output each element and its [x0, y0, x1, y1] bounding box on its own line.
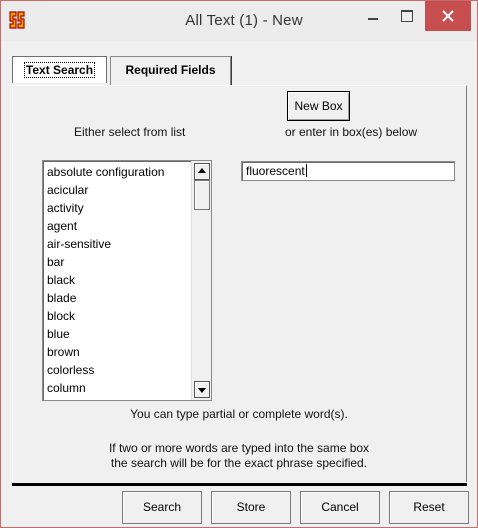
scroll-down-arrow-icon[interactable] [194, 381, 210, 398]
list-item[interactable]: acicular [47, 181, 192, 199]
search-term-input[interactable]: fluorescent [241, 161, 455, 181]
exact-phrase-hint: If two or more words are typed into the … [1, 441, 477, 471]
list-item[interactable]: activity [47, 199, 192, 217]
reset-button[interactable]: Reset [389, 491, 469, 524]
dialog-window: All Text (1) - New Text Search Required … [0, 0, 478, 528]
new-box-button[interactable]: New Box [287, 91, 350, 121]
list-item[interactable]: absolute configuration [47, 163, 192, 181]
footer-divider [12, 483, 467, 486]
store-button[interactable]: Store [211, 491, 291, 524]
maximize-button[interactable] [390, 1, 424, 31]
scroll-up-arrow-icon[interactable] [194, 163, 210, 180]
exact-phrase-hint-line-1: If two or more words are typed into the … [108, 441, 370, 455]
tab-text-search-label: Text Search [23, 62, 96, 78]
cancel-button[interactable]: Cancel [300, 491, 380, 524]
search-term-value: fluorescent [246, 164, 307, 178]
select-from-list-label: Either select from list [74, 125, 186, 139]
tab-text-search[interactable]: Text Search [12, 56, 107, 83]
list-item[interactable]: column [47, 379, 192, 397]
list-item[interactable]: bar [47, 253, 192, 271]
list-item[interactable]: brown [47, 343, 192, 361]
text-caret [305, 164, 307, 177]
list-scrollbar[interactable] [191, 161, 211, 400]
list-item[interactable]: agent [47, 217, 192, 235]
search-term-text: fluorescent [246, 164, 305, 178]
list-item[interactable]: blue [47, 325, 192, 343]
word-list-items: absolute configuration acicular activity… [47, 163, 192, 397]
list-item[interactable]: air-sensitive [47, 235, 192, 253]
list-item[interactable]: black [47, 271, 192, 289]
tab-required-fields[interactable]: Required Fields [110, 56, 231, 85]
word-list[interactable]: absolute configuration acicular activity… [42, 160, 212, 401]
title-bar[interactable]: All Text (1) - New [1, 1, 477, 41]
close-icon [442, 10, 454, 22]
partial-word-hint: You can type partial or complete word(s)… [130, 407, 348, 421]
tab-required-fields-label: Required Fields [125, 63, 216, 77]
enter-in-box-label: or enter in box(es) below [285, 125, 418, 139]
close-button[interactable] [425, 1, 471, 31]
scrollbar-thumb[interactable] [194, 180, 210, 210]
list-item[interactable]: colorless [47, 361, 192, 379]
minimize-button[interactable] [356, 1, 390, 31]
search-button[interactable]: Search [122, 491, 202, 524]
exact-phrase-hint-line-2: the search will be for the exact phrase … [110, 456, 368, 470]
list-item[interactable]: block [47, 307, 192, 325]
list-item[interactable]: blade [47, 289, 192, 307]
